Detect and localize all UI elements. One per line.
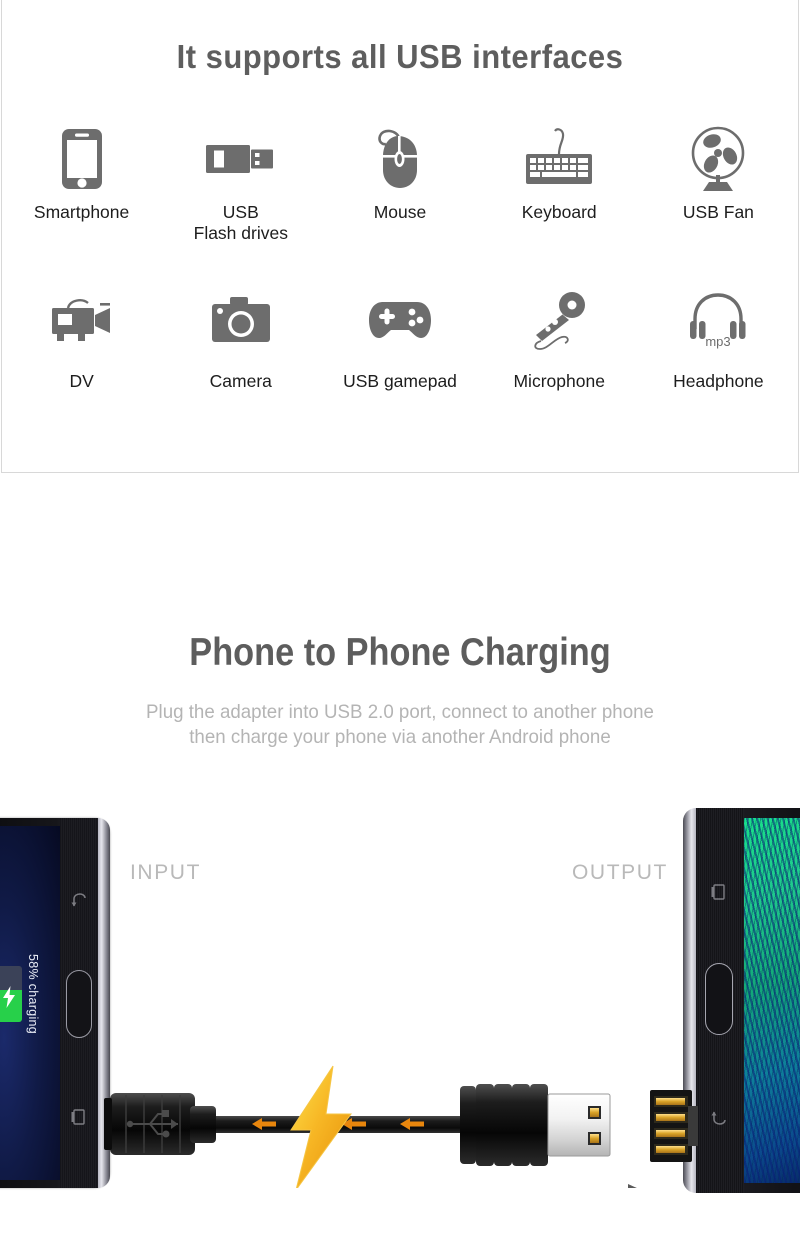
keyboard-icon — [524, 122, 594, 196]
headphone-icon: mp3 — [685, 283, 751, 357]
device-item-smartphone[interactable]: Smartphone — [2, 122, 161, 243]
device-label: USB Flash drives — [193, 202, 288, 243]
device-label: USB gamepad — [343, 371, 457, 392]
device-label: Headphone — [673, 371, 764, 392]
usb-fan-icon — [685, 122, 751, 196]
device-item-usb-gamepad[interactable]: USB gamepad — [320, 283, 479, 392]
mouse-icon — [371, 122, 429, 196]
section-subtitle: Plug the adapter into USB 2.0 port, conn… — [146, 701, 654, 748]
device-icon-grid: Smartphone USB Flash drives Mouse Keyboa… — [2, 122, 798, 392]
device-label: Microphone — [513, 371, 605, 392]
usb-flash-drive-icon — [205, 122, 277, 196]
cable-assembly — [0, 818, 800, 1197]
device-item-microphone[interactable]: Microphone — [480, 283, 639, 392]
device-row-2: DV Camera USB gamepad Microphone mp3 Hea… — [2, 283, 798, 392]
device-item-usb-fan[interactable]: USB Fan — [639, 122, 798, 243]
device-item-camera[interactable]: Camera — [161, 283, 320, 392]
otg-adapter — [650, 1090, 698, 1162]
device-label: Camera — [209, 371, 272, 392]
device-item-mouse[interactable]: Mouse — [320, 122, 479, 243]
device-label: Mouse — [373, 202, 427, 222]
device-item-dv[interactable]: DV — [2, 283, 161, 392]
device-item-usb-flash-drives[interactable]: USB Flash drives — [161, 122, 320, 243]
device-item-keyboard[interactable]: Keyboard — [480, 122, 639, 243]
device-label: DV — [69, 371, 94, 392]
micro-usb-connector — [104, 1093, 216, 1155]
device-row-1: Smartphone USB Flash drives Mouse Keyboa… — [2, 122, 798, 243]
section-title: Phone to Phone Charging — [189, 631, 611, 674]
usb-interfaces-panel: It supports all USB interfaces Smartphon… — [1, 0, 799, 473]
lightning-bolt-icon — [290, 1065, 352, 1191]
camera-icon — [211, 283, 271, 357]
device-label: Keyboard — [521, 202, 597, 222]
microphone-icon — [528, 283, 590, 357]
page-title: It supports all USB interfaces — [176, 38, 624, 75]
insert-direction-arrow — [578, 1184, 642, 1197]
usb-a-connector — [460, 1084, 611, 1166]
headphone-mp3-label: mp3 — [706, 334, 731, 349]
phone-to-phone-charging-section: Phone to Phone Charging Plug the adapter… — [0, 473, 800, 1253]
camcorder-icon — [48, 283, 116, 357]
smartphone-icon — [60, 122, 104, 196]
device-item-headphone[interactable]: mp3 Headphone — [639, 283, 798, 392]
gamepad-icon — [367, 283, 433, 357]
device-label: Smartphone — [33, 202, 130, 222]
device-label: USB Fan — [682, 202, 754, 222]
